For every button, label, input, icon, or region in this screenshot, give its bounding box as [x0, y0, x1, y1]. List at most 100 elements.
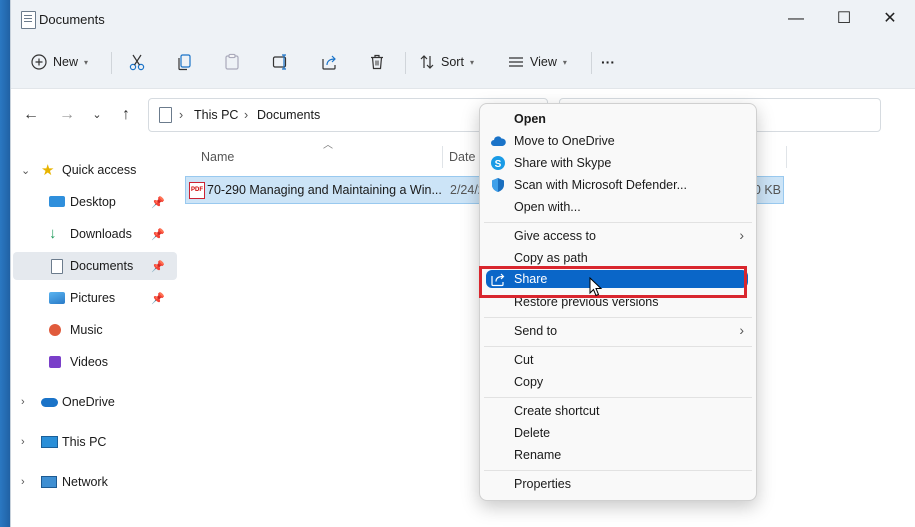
menu-item-label: Properties: [514, 477, 571, 491]
back-button[interactable]: ←: [19, 103, 43, 127]
toolbar-divider: [591, 52, 592, 74]
network-icon: [41, 476, 57, 488]
trash-icon: [371, 54, 383, 70]
menu-item-create-shortcut[interactable]: Create shortcut: [480, 400, 756, 422]
menu-item-open[interactable]: Open: [480, 108, 756, 130]
view-button[interactable]: View ▾: [508, 47, 567, 77]
sidebar-item-label: This PC: [62, 435, 107, 449]
chevron-right-icon: ›: [21, 436, 25, 448]
menu-item-label: Copy as path: [514, 251, 588, 265]
pin-icon: 📌: [151, 196, 165, 209]
cloud-icon: [41, 398, 58, 407]
file-explorer-window: Documents — ☐ ✕ New ▾ Sort ▾ View ▾ ··· …: [10, 0, 915, 527]
rename-button[interactable]: [272, 47, 290, 77]
documents-folder-icon: [159, 107, 172, 123]
menu-item-label: Cut: [514, 353, 534, 367]
sort-button[interactable]: Sort ▾: [419, 47, 474, 77]
download-arrow-icon: ↓: [49, 225, 57, 242]
minimize-button[interactable]: —: [773, 0, 819, 38]
sidebar-item-label: Pictures: [70, 291, 116, 305]
cut-button[interactable]: [128, 47, 146, 77]
breadcrumb-documents[interactable]: Documents: [257, 108, 320, 122]
chevron-down-icon: ▾: [84, 57, 89, 67]
menu-item-scan-defender[interactable]: Scan with Microsoft Defender...: [480, 174, 756, 196]
column-header-name[interactable]: Name: [201, 140, 234, 174]
sidebar-item-label: Music: [70, 323, 103, 337]
breadcrumb-this-pc[interactable]: This PC: [194, 108, 238, 122]
menu-item-rename[interactable]: Rename: [480, 444, 756, 466]
menu-item-properties[interactable]: Properties: [480, 473, 756, 495]
delete-button[interactable]: [368, 47, 386, 77]
forward-button[interactable]: →: [55, 103, 79, 127]
menu-item-label: Scan with Microsoft Defender...: [514, 178, 687, 192]
menu-separator: [484, 222, 752, 223]
paste-button[interactable]: [223, 47, 241, 77]
context-menu: Open Move to OneDrive S Share with Skype…: [479, 103, 757, 501]
column-divider: [786, 146, 787, 168]
sidebar-item-documents[interactable]: Documents 📌: [13, 252, 177, 280]
desktop-icon: [49, 196, 65, 207]
close-button[interactable]: ✕: [867, 0, 913, 38]
menu-item-move-to-onedrive[interactable]: Move to OneDrive: [480, 130, 756, 152]
clipboard-icon: [225, 53, 239, 70]
up-button[interactable]: ↑: [114, 103, 138, 127]
sidebar-item-videos[interactable]: Videos: [13, 348, 177, 376]
menu-separator: [484, 397, 752, 398]
breadcrumb-separator-icon: ›: [179, 108, 184, 122]
breadcrumb-separator-icon: ›: [244, 108, 249, 122]
menu-item-cut[interactable]: Cut: [480, 349, 756, 371]
chevron-right-icon: ›: [739, 322, 744, 338]
sidebar-item-label: Documents: [70, 259, 134, 273]
menu-separator: [484, 470, 752, 471]
toolbar-divider: [111, 52, 112, 74]
more-options-button[interactable]: ···: [601, 47, 615, 77]
chevron-down-icon: ⌄: [21, 164, 31, 177]
sidebar-item-music[interactable]: Music: [13, 316, 177, 344]
menu-item-give-access[interactable]: Give access to ›: [480, 225, 756, 247]
title-bar: Documents — ☐ ✕: [11, 0, 915, 38]
recent-locations-button[interactable]: ⌄: [85, 103, 109, 127]
menu-item-label: Copy: [514, 375, 544, 389]
menu-item-share-with-skype[interactable]: S Share with Skype: [480, 152, 756, 174]
chevron-right-icon: ›: [739, 227, 744, 243]
svg-text:S: S: [495, 159, 502, 170]
menu-item-copy[interactable]: Copy: [480, 371, 756, 393]
sidebar-item-label: Network: [62, 475, 108, 489]
sidebar-item-label: Videos: [70, 355, 108, 369]
sidebar-item-pictures[interactable]: Pictures 📌: [13, 284, 177, 312]
menu-item-label: Rename: [514, 448, 562, 462]
menu-item-delete[interactable]: Delete: [480, 422, 756, 444]
new-button[interactable]: New ▾: [31, 47, 88, 77]
navigation-pane: ⌄ ★ Quick access Desktop 📌 ↓ Downloads 📌…: [11, 140, 179, 527]
sidebar-item-this-pc[interactable]: › This PC: [13, 428, 177, 456]
sidebar-item-quick-access[interactable]: ⌄ ★ Quick access: [13, 156, 177, 184]
sidebar-item-desktop[interactable]: Desktop 📌: [13, 188, 177, 216]
pictures-icon: [49, 292, 65, 304]
pdf-file-icon: PDF: [189, 182, 205, 199]
sidebar-item-downloads[interactable]: ↓ Downloads 📌: [13, 220, 177, 248]
copy-icon: [178, 54, 191, 71]
highlight-annotation-box: [479, 266, 747, 298]
rename-icon: [272, 54, 287, 70]
skype-icon: S: [491, 156, 505, 170]
sidebar-item-network[interactable]: › Network: [13, 468, 177, 496]
address-bar-row: ← → ⌄ ↑ › This PC › Documents: [11, 89, 915, 139]
sidebar-item-onedrive[interactable]: › OneDrive: [13, 388, 177, 416]
shield-icon: [492, 178, 504, 192]
menu-separator: [484, 346, 752, 347]
menu-separator: [484, 317, 752, 318]
maximize-button[interactable]: ☐: [821, 0, 867, 38]
mouse-cursor-icon: [589, 277, 603, 297]
menu-item-label: Open with...: [514, 200, 581, 214]
menu-item-send-to[interactable]: Send to ›: [480, 320, 756, 342]
pin-icon: 📌: [151, 228, 165, 241]
menu-item-label: Create shortcut: [514, 404, 600, 418]
view-list-icon: [509, 57, 523, 67]
menu-item-label: Share with Skype: [514, 156, 612, 170]
pin-icon: 📌: [151, 292, 165, 305]
onedrive-cloud-icon: [491, 136, 506, 146]
menu-item-open-with[interactable]: Open with...: [480, 196, 756, 218]
copy-button[interactable]: [176, 47, 194, 77]
share-button[interactable]: [320, 47, 338, 77]
file-name: 70-290 Managing and Maintaining a Win...: [207, 183, 442, 197]
